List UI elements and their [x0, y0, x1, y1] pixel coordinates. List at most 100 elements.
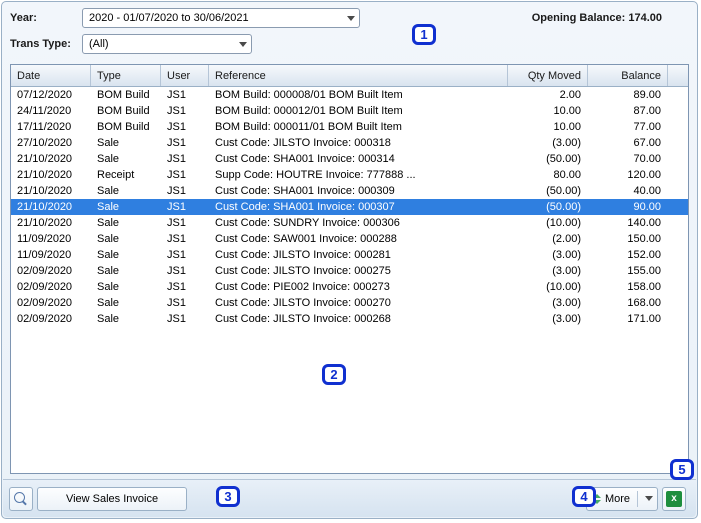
cell-balance: 171.00	[588, 313, 668, 325]
cell-type: Sale	[91, 265, 161, 277]
cell-qty: (3.00)	[508, 137, 588, 149]
cell-date: 07/12/2020	[11, 89, 91, 101]
cell-date: 21/10/2020	[11, 185, 91, 197]
cell-reference: Cust Code: JILSTO Invoice: 000275	[209, 265, 508, 277]
cell-date: 02/09/2020	[11, 265, 91, 277]
col-reference[interactable]: Reference	[209, 65, 508, 86]
table-row[interactable]: 02/09/2020SaleJS1Cust Code: PIE002 Invoi…	[11, 279, 688, 295]
cell-balance: 140.00	[588, 217, 668, 229]
table-row[interactable]: 02/09/2020SaleJS1Cust Code: JILSTO Invoi…	[11, 311, 688, 327]
cell-qty: (3.00)	[508, 297, 588, 309]
cell-reference: Cust Code: PIE002 Invoice: 000273	[209, 281, 508, 293]
cell-user: JS1	[161, 185, 209, 197]
table-row[interactable]: 02/09/2020SaleJS1Cust Code: JILSTO Invoi…	[11, 263, 688, 279]
cell-balance: 70.00	[588, 153, 668, 165]
cell-qty: (50.00)	[508, 153, 588, 165]
more-button[interactable]: More	[586, 487, 658, 511]
cell-balance: 150.00	[588, 233, 668, 245]
table-row[interactable]: 21/10/2020ReceiptJS1Supp Code: HOUTRE In…	[11, 167, 688, 183]
cell-type: BOM Build	[91, 121, 161, 133]
trans-type-label: Trans Type:	[10, 38, 82, 50]
cell-user: JS1	[161, 89, 209, 101]
cell-type: Sale	[91, 153, 161, 165]
more-label: More	[605, 493, 630, 505]
cell-balance: 89.00	[588, 89, 668, 101]
trans-type-select-value: (All)	[89, 38, 109, 50]
cell-user: JS1	[161, 137, 209, 149]
cell-reference: Cust Code: JILSTO Invoice: 000318	[209, 137, 508, 149]
col-qty[interactable]: Qty Moved	[508, 65, 588, 86]
cell-user: JS1	[161, 297, 209, 309]
table-row[interactable]: 21/10/2020SaleJS1Cust Code: SUNDRY Invoi…	[11, 215, 688, 231]
cell-balance: 152.00	[588, 249, 668, 261]
cell-type: BOM Build	[91, 105, 161, 117]
year-select-value: 2020 - 01/07/2020 to 30/06/2021	[89, 12, 249, 24]
col-type[interactable]: Type	[91, 65, 161, 86]
chevron-down-icon	[347, 16, 355, 21]
cell-type: Sale	[91, 233, 161, 245]
cell-balance: 158.00	[588, 281, 668, 293]
cell-reference: Cust Code: SHA001 Invoice: 000309	[209, 185, 508, 197]
cell-user: JS1	[161, 233, 209, 245]
cell-type: BOM Build	[91, 89, 161, 101]
cell-balance: 67.00	[588, 137, 668, 149]
table-row[interactable]: 21/10/2020SaleJS1Cust Code: SHA001 Invoi…	[11, 199, 688, 215]
export-excel-button[interactable]: x	[662, 487, 686, 511]
cell-date: 11/09/2020	[11, 249, 91, 261]
inspect-button[interactable]	[9, 487, 33, 511]
cell-type: Sale	[91, 217, 161, 229]
table-row[interactable]: 21/10/2020SaleJS1Cust Code: SHA001 Invoi…	[11, 183, 688, 199]
cell-reference: Supp Code: HOUTRE Invoice: 777888 ...	[209, 169, 508, 181]
excel-icon: x	[666, 491, 682, 507]
cell-reference: Cust Code: SAW001 Invoice: 000288	[209, 233, 508, 245]
cell-user: JS1	[161, 281, 209, 293]
col-spacer	[668, 65, 688, 86]
cell-type: Sale	[91, 185, 161, 197]
col-date[interactable]: Date	[11, 65, 91, 86]
callout-5: 5	[670, 459, 694, 480]
cell-type: Sale	[91, 281, 161, 293]
cell-type: Sale	[91, 297, 161, 309]
cell-user: JS1	[161, 169, 209, 181]
cell-qty: 80.00	[508, 169, 588, 181]
cell-qty: (10.00)	[508, 281, 588, 293]
table-row[interactable]: 11/09/2020SaleJS1Cust Code: SAW001 Invoi…	[11, 231, 688, 247]
magnifier-icon	[14, 492, 28, 506]
cell-qty: (3.00)	[508, 249, 588, 261]
cell-balance: 155.00	[588, 265, 668, 277]
cell-date: 17/11/2020	[11, 121, 91, 133]
table-row[interactable]: 02/09/2020SaleJS1Cust Code: JILSTO Invoi…	[11, 295, 688, 311]
cell-reference: Cust Code: JILSTO Invoice: 000268	[209, 313, 508, 325]
cell-user: JS1	[161, 265, 209, 277]
col-user[interactable]: User	[161, 65, 209, 86]
grid-header: Date Type User Reference Qty Moved Balan…	[11, 65, 688, 87]
trans-type-select[interactable]: (All)	[82, 34, 252, 54]
cell-type: Sale	[91, 201, 161, 213]
cell-date: 27/10/2020	[11, 137, 91, 149]
cell-balance: 120.00	[588, 169, 668, 181]
table-row[interactable]: 07/12/2020BOM BuildJS1BOM Build: 000008/…	[11, 87, 688, 103]
table-row[interactable]: 21/10/2020SaleJS1Cust Code: SHA001 Invoi…	[11, 151, 688, 167]
cell-date: 02/09/2020	[11, 297, 91, 309]
view-sales-invoice-button[interactable]: View Sales Invoice	[37, 487, 187, 511]
cell-qty: (10.00)	[508, 217, 588, 229]
table-row[interactable]: 27/10/2020SaleJS1Cust Code: JILSTO Invoi…	[11, 135, 688, 151]
transactions-grid: Date Type User Reference Qty Moved Balan…	[10, 64, 689, 474]
cell-balance: 77.00	[588, 121, 668, 133]
table-row[interactable]: 11/09/2020SaleJS1Cust Code: JILSTO Invoi…	[11, 247, 688, 263]
cell-date: 21/10/2020	[11, 169, 91, 181]
year-select[interactable]: 2020 - 01/07/2020 to 30/06/2021	[82, 8, 360, 28]
cell-balance: 168.00	[588, 297, 668, 309]
cell-qty: 10.00	[508, 121, 588, 133]
chevron-down-icon	[239, 42, 247, 47]
col-balance[interactable]: Balance	[588, 65, 668, 86]
cell-reference: Cust Code: SHA001 Invoice: 000307	[209, 201, 508, 213]
grid-body[interactable]: 07/12/2020BOM BuildJS1BOM Build: 000008/…	[11, 87, 688, 327]
cell-type: Receipt	[91, 169, 161, 181]
cell-qty: (50.00)	[508, 185, 588, 197]
table-row[interactable]: 24/11/2020BOM BuildJS1BOM Build: 000012/…	[11, 103, 688, 119]
table-row[interactable]: 17/11/2020BOM BuildJS1BOM Build: 000011/…	[11, 119, 688, 135]
callout-4: 4	[572, 486, 596, 507]
cell-reference: Cust Code: JILSTO Invoice: 000270	[209, 297, 508, 309]
chevron-down-icon	[645, 496, 653, 501]
